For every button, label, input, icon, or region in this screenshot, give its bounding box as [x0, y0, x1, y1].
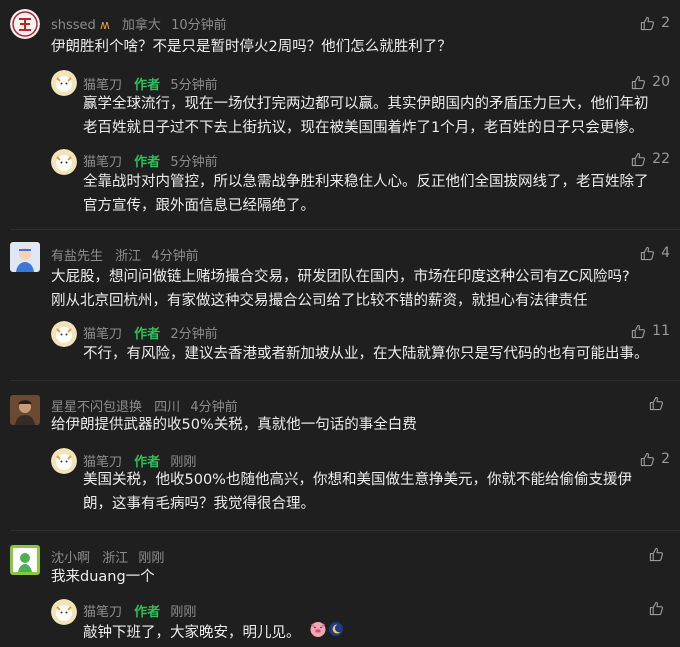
thumbs-up-icon	[649, 547, 664, 562]
comment-meta: 沈小啊 浙江 刚刚	[51, 547, 164, 566]
like-button[interactable]	[649, 396, 670, 411]
avatar[interactable]	[10, 545, 40, 575]
avatar[interactable]	[51, 448, 77, 474]
avatar[interactable]	[51, 321, 77, 347]
reply-text: 美国关税，他收500%也随他高兴，你想和美国做生意挣美元，你就不能给偷偷支援伊 …	[83, 472, 632, 512]
like-button[interactable]: 20	[631, 74, 670, 90]
timestamp: 5分钟前	[170, 155, 218, 170]
avatar[interactable]	[10, 242, 40, 272]
reply-meta: 猫笔刀 作者 5分钟前	[83, 151, 218, 170]
avatar[interactable]	[51, 149, 77, 175]
username[interactable]: 猫笔刀	[83, 605, 122, 620]
location: 浙江	[115, 249, 142, 264]
timestamp: 刚刚	[138, 551, 165, 566]
avatar[interactable]	[10, 9, 40, 39]
reply-text: 全靠战时对内管控，所以急需战争胜利来稳住人心。反正他们全国拔网线了，老百姓除了 …	[83, 174, 649, 214]
reply-text: 不行，有风险，建议去香港或者新加坡从业，在大陆就算你只是写代码的也有可能出事。	[83, 346, 649, 362]
thumbs-up-icon	[632, 75, 646, 89]
timestamp: 4分钟前	[151, 249, 199, 264]
reply-meta: 猫笔刀 作者 5分钟前	[83, 74, 218, 93]
reply-meta: 猫笔刀 作者 刚刚	[83, 601, 196, 620]
author-badge: 作者	[134, 605, 161, 620]
username[interactable]: 猫笔刀	[83, 155, 122, 170]
like-button[interactable]	[649, 547, 670, 562]
pig-emoji	[309, 620, 327, 646]
divider	[10, 530, 680, 531]
moon-emoji	[328, 621, 344, 645]
thumbs-up-icon	[640, 16, 655, 30]
thumbs-up-icon	[632, 324, 646, 338]
comment-meta: shssed ʍ 加拿大 10分钟前	[51, 14, 227, 33]
like-count: 4	[661, 245, 670, 261]
location: 加拿大	[121, 18, 161, 33]
divider	[10, 229, 680, 230]
like-count: 2	[661, 15, 670, 31]
verified-icon: ʍ	[99, 18, 110, 32]
author-badge: 作者	[134, 78, 161, 93]
avatar[interactable]	[51, 599, 77, 625]
username[interactable]: shssed	[51, 18, 96, 33]
like-count: 22	[652, 151, 670, 167]
like-button[interactable]: 22	[631, 151, 670, 167]
thumbs-up-icon	[632, 152, 646, 166]
divider	[10, 380, 680, 381]
avatar[interactable]	[10, 395, 40, 425]
thumbs-up-icon	[649, 601, 664, 616]
location: 浙江	[102, 551, 129, 566]
like-button[interactable]: 2	[640, 15, 670, 31]
timestamp: 刚刚	[170, 605, 197, 620]
reply-text: 赢学全球流行，现在一场仗打完两边都可以赢。其实伊朗国内的矛盾压力巨大，他们年初 …	[83, 96, 649, 136]
like-count: 20	[652, 74, 670, 90]
like-button[interactable]: 11	[631, 323, 670, 339]
username[interactable]: 沈小啊	[51, 551, 90, 566]
thumbs-up-icon	[640, 246, 655, 260]
like-count: 11	[652, 323, 670, 339]
username[interactable]: 有盐先生	[51, 249, 103, 264]
reply-text: 敲钟下班了，大家晚安，明儿见。	[83, 620, 344, 646]
thumbs-up-icon	[649, 396, 664, 411]
avatar[interactable]	[51, 70, 77, 96]
reply-meta: 猫笔刀 作者 2分钟前	[83, 323, 218, 342]
comment-text: 给伊朗提供武器的收50%关税，真就他一句话的事全白费	[51, 417, 417, 433]
like-button[interactable]: 4	[640, 245, 670, 261]
thumbs-up-icon	[640, 452, 655, 466]
timestamp: 5分钟前	[170, 78, 218, 93]
timestamp: 2分钟前	[170, 327, 218, 342]
like-count: 2	[661, 451, 670, 467]
username[interactable]: 猫笔刀	[83, 327, 122, 342]
author-badge: 作者	[134, 155, 161, 170]
comment-text: 大屁股，想问问做链上赌场撮合交易，研发团队在国内，市场在印度这种公司有ZC风险吗…	[51, 269, 630, 309]
like-button[interactable]: 2	[640, 451, 670, 467]
comment-text: 伊朗胜利个啥？不是只是暂时停火2周吗？他们怎么就胜利了？	[51, 39, 452, 55]
comment-meta: 有盐先生 浙江 4分钟前	[51, 245, 199, 264]
author-badge: 作者	[134, 327, 161, 342]
like-button[interactable]	[649, 601, 670, 616]
comment-text: 我来duang一个	[51, 569, 155, 585]
username[interactable]: 猫笔刀	[83, 78, 122, 93]
timestamp: 10分钟前	[171, 18, 227, 33]
